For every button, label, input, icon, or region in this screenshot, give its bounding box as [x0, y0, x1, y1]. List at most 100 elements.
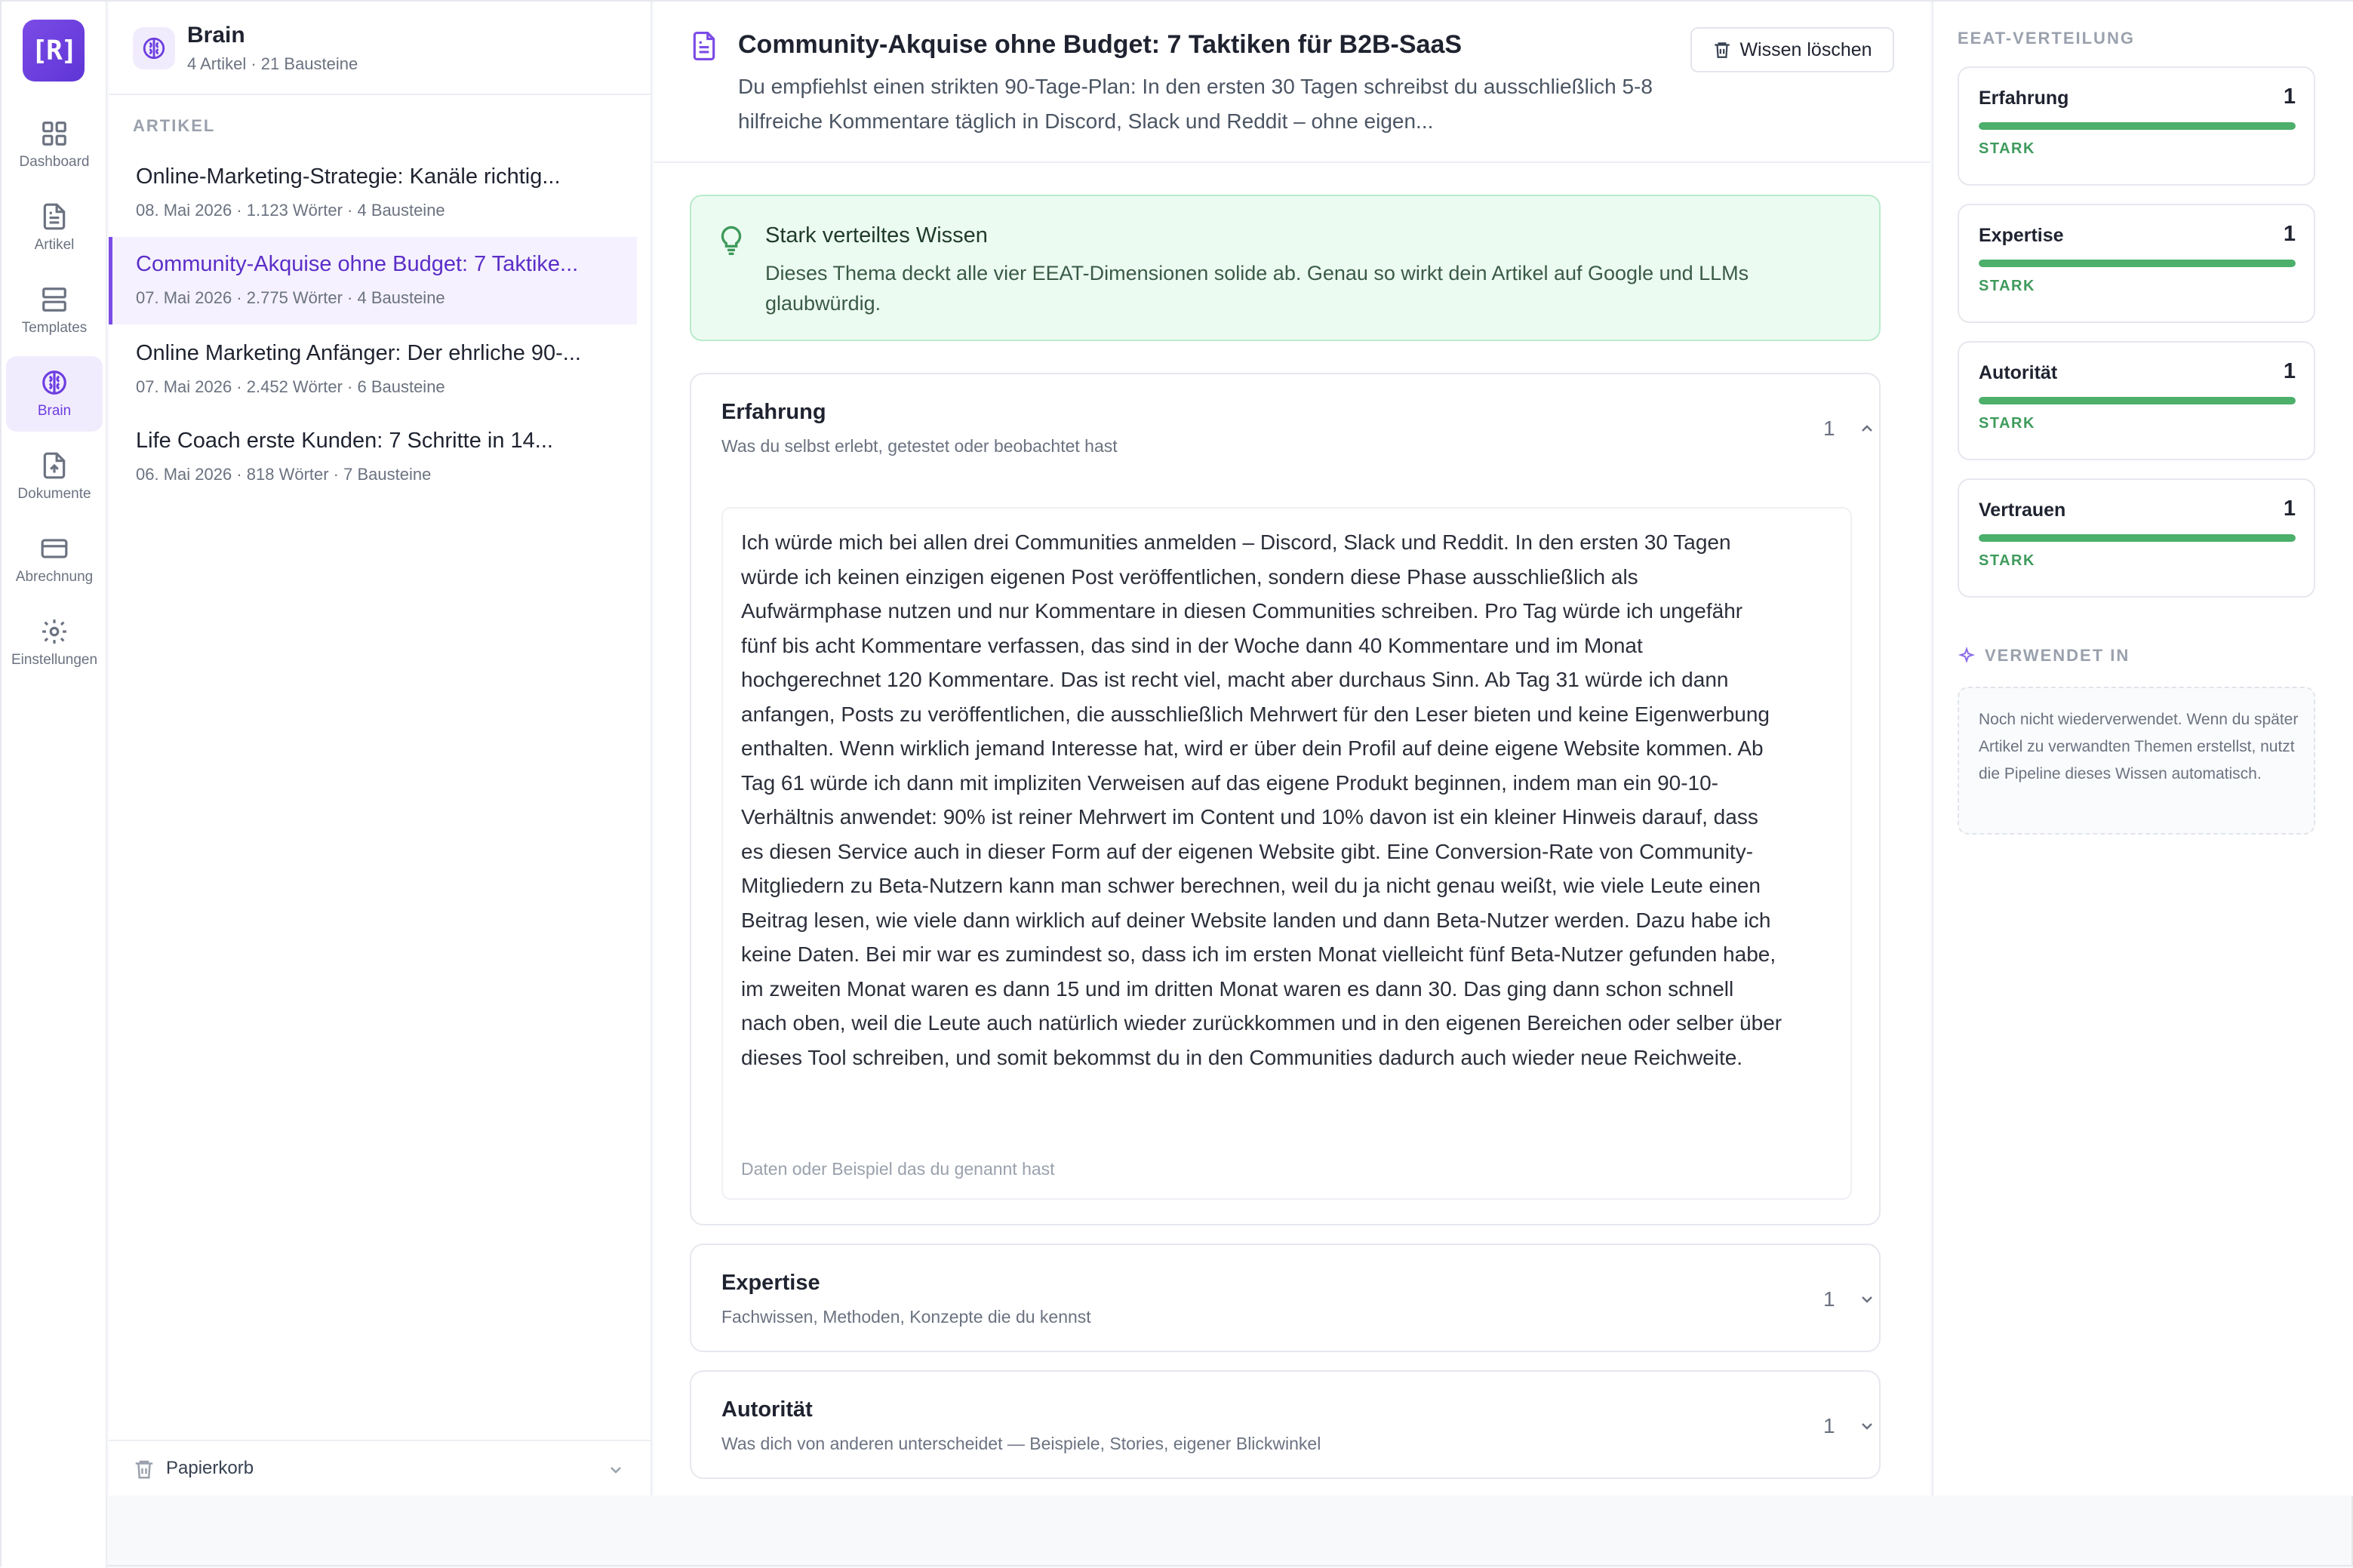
eeat-panel: EEAT-VERTEILUNG Erfahrung 1 STARK Expert… [1932, 2, 2353, 1496]
section-name: Autorität [721, 1397, 813, 1422]
eeat-value: 1 [2283, 222, 2296, 246]
eeat-status: STARK [1979, 552, 2035, 569]
nav-item-label: Dokumente [17, 486, 91, 502]
section-name: Expertise [721, 1271, 820, 1295]
layout-icon [42, 287, 66, 312]
eeat-card-vertrauen: Vertrauen 1 STARK [1958, 478, 2315, 598]
knowledge-detail: Community-Akquise ohne Budget: 7 Taktike… [654, 2, 1930, 1496]
used-in-description: Noch nicht wiederverwendet. Wenn du spät… [1979, 711, 2299, 782]
file-text-icon [43, 203, 66, 230]
nav-item-abrechnung[interactable]: Abrechnung [6, 522, 103, 598]
section-name: Erfahrung [721, 400, 826, 424]
callout-title: Stark verteiltes Wissen [765, 223, 988, 247]
eeat-status: STARK [1979, 278, 2035, 294]
lightbulb-icon [721, 226, 742, 255]
knowledge-entry: Ich würde mich bei allen drei Communitie… [721, 507, 1852, 1200]
eeat-label: EEAT-VERTEILUNG [1958, 29, 2135, 48]
chevron-down-icon[interactable] [1858, 1290, 1876, 1308]
nav-item-label: Brain [37, 403, 72, 419]
nav-item-label: Einstellungen [11, 652, 98, 668]
nav-item-dashboard[interactable]: Dashboard [6, 107, 103, 183]
file-upload-icon [43, 452, 66, 479]
eeat-card-expertise: Expertise 1 STARK [1958, 204, 2315, 323]
info-callout: Stark verteiltes Wissen Dieses Thema dec… [690, 195, 1881, 341]
app-logo[interactable]: [R] [23, 20, 85, 81]
page-title: Community-Akquise ohne Budget: 7 Taktike… [738, 30, 1463, 59]
trash-toggle[interactable]: Papierkorb [109, 1440, 652, 1496]
chevron-up-icon[interactable] [1858, 420, 1876, 438]
article-item[interactable]: Life Coach erste Kunden: 7 Schritte in 1… [109, 414, 637, 501]
chevron-down-icon[interactable] [1858, 1417, 1876, 1435]
section-hint: Fachwissen, Methoden, Konzepte die du ke… [721, 1307, 1091, 1327]
eeat-card-erfahrung: Erfahrung 1 STARK [1958, 66, 2315, 186]
sparkle-icon [1958, 647, 1976, 664]
section-card-erfahrung: Erfahrung Was du selbst erlebt, getestet… [690, 373, 1881, 1225]
trash-label: Papierkorb [166, 1458, 254, 1478]
eeat-bar-fill [1979, 534, 2296, 542]
eeat-name: Erfahrung [1979, 88, 2069, 109]
page-description: Du empfiehlst einen strikten 90-Tage-Pla… [738, 75, 1653, 133]
article-title: Online-Marketing-Strategie: Kanäle richt… [136, 164, 561, 189]
brain-icon [143, 37, 165, 60]
nav-item-label: Templates [21, 320, 88, 336]
nav-item-label: Abrechnung [15, 569, 94, 585]
entry-footer: Daten oder Beispiel das du genannt hast [741, 1159, 1055, 1179]
brain-header: Brain 4 Artikel · 21 Bausteine [109, 2, 652, 95]
delete-knowledge-label: Wissen löschen [1739, 38, 1872, 60]
section-count: 1 [1823, 1287, 1835, 1311]
nav-item-brain[interactable]: Brain [6, 356, 103, 432]
section-count: 1 [1823, 417, 1835, 440]
credit-card-icon [41, 539, 68, 558]
nav-item-templates[interactable]: Templates [6, 273, 103, 349]
grid-icon [42, 121, 66, 146]
article-meta: 08. Mai 2026 · 1.123 Wörter · 4 Baustein… [136, 201, 445, 220]
section-count: 1 [1823, 1414, 1835, 1437]
section-card-expertise: Expertise Fachwissen, Methoden, Konzepte… [690, 1244, 1881, 1352]
nav-item-label: Dashboard [19, 154, 90, 170]
entry-text: Ich würde mich bei allen drei Communitie… [741, 530, 1782, 1069]
used-in-box: Noch nicht wiederverwendet. Wenn du spät… [1958, 687, 2315, 835]
eeat-status: STARK [1979, 415, 2035, 432]
eeat-card-autoritaet: Autorität 1 STARK [1958, 341, 2315, 460]
eeat-bar [1979, 534, 2296, 542]
eeat-name: Expertise [1979, 225, 2064, 246]
eeat-value: 1 [2283, 359, 2296, 383]
article-title: Community-Akquise ohne Budget: 7 Taktike… [136, 252, 579, 276]
eeat-value: 1 [2283, 497, 2296, 521]
eeat-bar [1979, 122, 2296, 130]
delete-knowledge-button[interactable]: Wissen löschen [1690, 27, 1894, 72]
section-label: ARTIKEL [133, 116, 216, 135]
used-in-text: VERWENDET IN [1985, 646, 2130, 665]
section-hint: Was du selbst erlebt, getestet oder beob… [721, 436, 1118, 456]
article-item[interactable]: Online-Marketing-Strategie: Kanäle richt… [109, 149, 637, 237]
used-in-label: VERWENDET IN [1958, 646, 2130, 666]
nav-item-einstellungen[interactable]: Einstellungen [6, 605, 103, 681]
brain-badge [133, 27, 175, 69]
trash-icon [1715, 42, 1730, 58]
app-window: [R] Dashboard Artikel Templates Brain Do… [0, 0, 2353, 1568]
section-hint: Was dich von anderen unterscheidet — Bei… [721, 1434, 1321, 1453]
gear-icon [42, 620, 66, 644]
eeat-name: Autorität [1979, 362, 2058, 383]
brain-icon [42, 370, 66, 395]
chevron-down-icon [611, 1467, 621, 1474]
section-header[interactable]: Erfahrung Was du selbst erlebt, getestet… [691, 374, 1879, 480]
brain-subtitle: 4 Artikel · 21 Bausteine [187, 54, 358, 73]
article-item[interactable]: Online Marketing Anfänger: Der ehrliche … [109, 326, 637, 414]
brain-title: Brain [187, 23, 245, 48]
article-title: Online Marketing Anfänger: Der ehrliche … [136, 341, 581, 365]
eeat-bar-fill [1979, 397, 2296, 404]
eeat-bar-fill [1979, 260, 2296, 267]
callout-text: Dieses Thema deckt alle vier EEAT-Dimens… [765, 262, 1749, 315]
document-icon [690, 30, 718, 62]
section-header[interactable]: Autorität Was dich von anderen untersche… [691, 1372, 1879, 1477]
nav-item-dokumente[interactable]: Dokumente [6, 439, 103, 515]
eeat-name: Vertrauen [1979, 500, 2066, 521]
section-header[interactable]: Expertise Fachwissen, Methoden, Konzepte… [691, 1245, 1879, 1351]
article-item-active[interactable]: Community-Akquise ohne Budget: 7 Taktike… [109, 237, 637, 324]
nav-item-artikel[interactable]: Artikel [6, 190, 103, 266]
article-meta: 07. Mai 2026 · 2.775 Wörter · 4 Baustein… [136, 288, 445, 307]
nav-rail: [R] Dashboard Artikel Templates Brain Do… [2, 2, 107, 1568]
article-meta: 07. Mai 2026 · 2.452 Wörter · 6 Baustein… [136, 377, 445, 396]
trash-icon [135, 1460, 153, 1479]
